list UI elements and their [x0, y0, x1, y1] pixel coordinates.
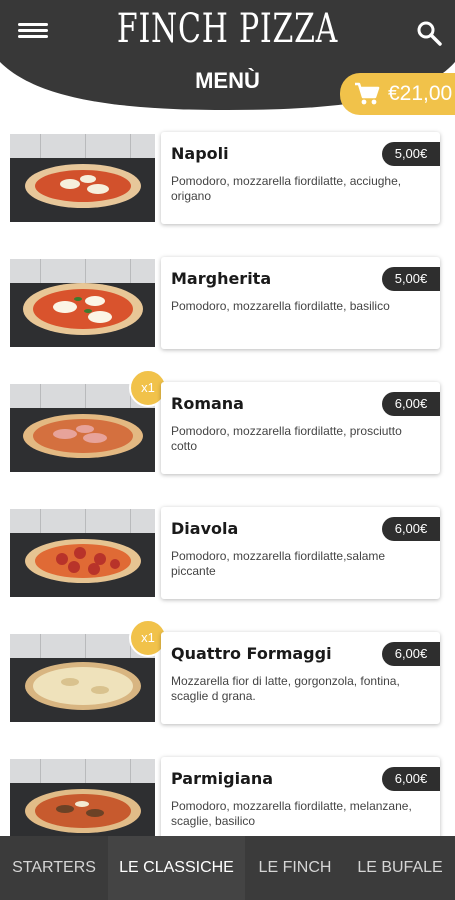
item-price: 5,00€: [382, 267, 440, 291]
item-price: 6,00€: [382, 517, 440, 541]
menu-list: Napoli 5,00€ Pomodoro, mozzarella fiordi…: [0, 125, 455, 836]
pizza-photo: [10, 509, 155, 597]
tab-le-bufale[interactable]: LE BUFALE: [345, 836, 455, 900]
menu-item-card[interactable]: Quattro Formaggi 6,00€ Mozzarella fior d…: [161, 632, 440, 724]
pizza-photo: [10, 759, 155, 836]
menu-item-margherita[interactable]: Margherita 5,00€ Pomodoro, mozzarella fi…: [0, 250, 455, 350]
hamburger-menu-icon[interactable]: [18, 20, 48, 46]
item-price: 5,00€: [382, 142, 440, 166]
menu-item-napoli[interactable]: Napoli 5,00€ Pomodoro, mozzarella fiordi…: [0, 125, 455, 225]
pizza-photo: [10, 134, 155, 222]
cart-button[interactable]: €21,00: [340, 73, 455, 115]
tab-le-finch[interactable]: LE FINCH: [245, 836, 345, 900]
menu-item-card[interactable]: Napoli 5,00€ Pomodoro, mozzarella fiordi…: [161, 132, 440, 224]
menu-item-quattro-formaggi[interactable]: x1 Quattro Formaggi 6,00€ Mozzarella fio…: [0, 619, 455, 725]
menu-item-card[interactable]: Parmigiana 6,00€ Pomodoro, mozzarella fi…: [161, 757, 440, 836]
tab-starters[interactable]: STARTERS: [0, 836, 108, 900]
item-description: Mozzarella fior di latte, gorgonzola, fo…: [171, 674, 400, 703]
search-icon[interactable]: [414, 18, 444, 48]
item-price: 6,00€: [382, 767, 440, 791]
item-name: Romana: [171, 394, 244, 413]
item-name: Margherita: [171, 269, 272, 288]
shopping-cart-icon: [355, 82, 380, 105]
menu-item-card[interactable]: Diavola 6,00€ Pomodoro, mozzarella fiord…: [161, 507, 440, 599]
app-logo: FINCH PIZZA: [116, 6, 339, 52]
menu-item-card[interactable]: Margherita 5,00€ Pomodoro, mozzarella fi…: [161, 257, 440, 349]
item-price: 6,00€: [382, 392, 440, 416]
item-name: Quattro Formaggi: [171, 644, 332, 663]
item-description: Pomodoro, mozzarella fiordilatte, basili…: [171, 299, 390, 313]
item-description: Pomodoro, mozzarella fiordilatte, melanz…: [171, 799, 412, 828]
category-tab-bar: STARTERS LE CLASSICHE LE FINCH LE BUFALE: [0, 836, 455, 900]
menu-item-romana[interactable]: x1 Romana 6,00€ Pomodoro, mozzarella fio…: [0, 369, 455, 475]
menu-item-card[interactable]: Romana 6,00€ Pomodoro, mozzarella fiordi…: [161, 382, 440, 474]
menu-item-diavola[interactable]: Diavola 6,00€ Pomodoro, mozzarella fiord…: [0, 500, 455, 600]
tab-le-classiche[interactable]: LE CLASSICHE: [108, 836, 245, 900]
item-description: Pomodoro, mozzarella fiordilatte, prosci…: [171, 424, 402, 453]
item-price: 6,00€: [382, 642, 440, 666]
item-description: Pomodoro, mozzarella fiordilatte, acciug…: [171, 174, 402, 203]
pizza-photo: [10, 259, 155, 347]
cart-total: €21,00: [388, 82, 453, 105]
item-name: Napoli: [171, 144, 229, 163]
item-description: Pomodoro, mozzarella fiordilatte,salame …: [171, 549, 386, 578]
item-name: Diavola: [171, 519, 239, 538]
menu-item-parmigiana[interactable]: Parmigiana 6,00€ Pomodoro, mozzarella fi…: [0, 750, 455, 836]
item-name: Parmigiana: [171, 769, 274, 788]
